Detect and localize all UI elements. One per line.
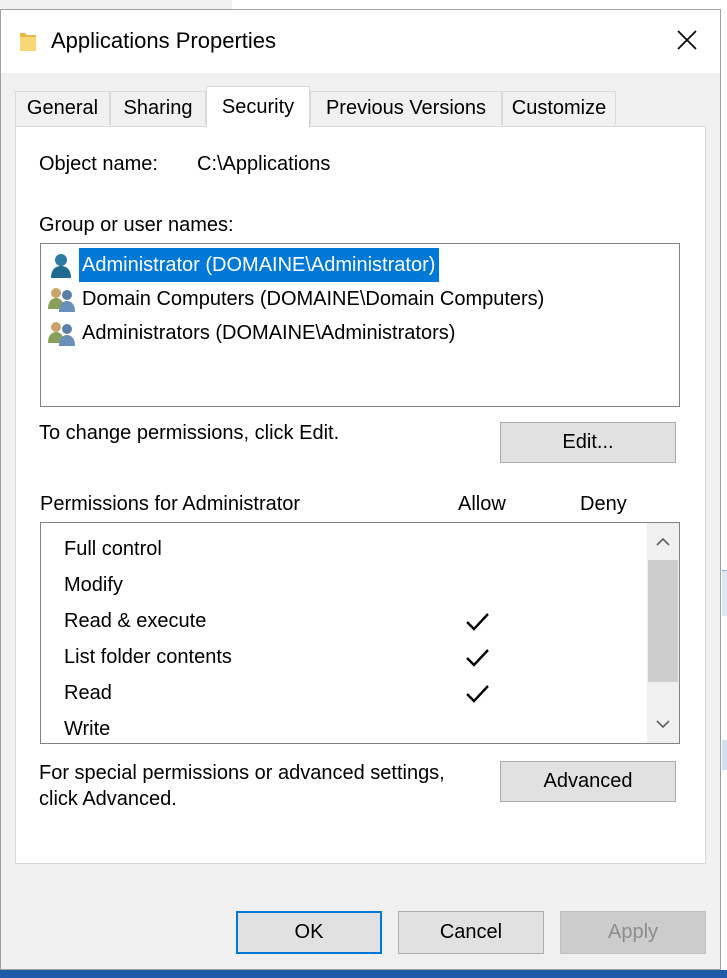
advanced-button[interactable]: Advanced bbox=[500, 761, 676, 802]
user-name: Domain Computers (DOMAINE\Domain Compute… bbox=[82, 287, 545, 310]
chevron-up-icon bbox=[656, 537, 670, 546]
allow-check-icon bbox=[463, 607, 493, 637]
deny-column-header: Deny bbox=[580, 493, 627, 515]
special-permissions-text-line2: click Advanced. bbox=[39, 788, 177, 810]
allow-column-header: Allow bbox=[458, 493, 506, 515]
permission-row: Read & execute bbox=[64, 603, 206, 639]
group-names-label: Group or user names: bbox=[39, 214, 234, 236]
allow-check-icon bbox=[463, 679, 493, 709]
background-window-fragment bbox=[722, 740, 727, 770]
folder-icon bbox=[19, 30, 37, 52]
permission-row: Read bbox=[64, 675, 112, 711]
permission-name: Modify bbox=[64, 573, 123, 596]
permission-row: Write bbox=[64, 711, 111, 743]
scroll-thumb[interactable] bbox=[648, 560, 678, 682]
background-window-fragment bbox=[722, 570, 727, 616]
permission-name: Read & execute bbox=[64, 609, 207, 632]
tab-security[interactable]: Security bbox=[206, 86, 310, 128]
tab-sharing[interactable]: Sharing bbox=[110, 91, 206, 125]
user-name: Administrators (DOMAINE\Administrators) bbox=[82, 321, 456, 344]
tab-previous-versions[interactable]: Previous Versions bbox=[310, 91, 502, 125]
user-icon bbox=[45, 250, 79, 280]
permission-name: Full control bbox=[64, 537, 162, 560]
object-name-label: Object name: bbox=[39, 153, 158, 175]
permission-name: List folder contents bbox=[64, 645, 232, 668]
list-item-domain-computers[interactable]: Domain Computers (DOMAINE\Domain Compute… bbox=[45, 282, 548, 316]
permissions-header: Permissions for Administrator bbox=[40, 493, 301, 515]
edit-button[interactable]: Edit... bbox=[500, 422, 676, 463]
permissions-list[interactable]: Full control Modify Read & execute List … bbox=[40, 522, 680, 744]
tab-customize[interactable]: Customize bbox=[502, 91, 616, 125]
object-name-value: C:\Applications bbox=[197, 153, 331, 175]
ok-button[interactable]: OK bbox=[236, 911, 382, 954]
chevron-down-icon bbox=[656, 720, 670, 729]
list-item-administrators[interactable]: Administrators (DOMAINE\Administrators) bbox=[45, 316, 459, 350]
user-name: Administrator (DOMAINE\Administrator) bbox=[79, 248, 440, 282]
group-icon bbox=[45, 284, 79, 314]
scroll-down-arrow[interactable] bbox=[647, 709, 679, 739]
user-list[interactable]: Administrator (DOMAINE\Administrator) Do… bbox=[40, 243, 680, 407]
permission-row: Full control bbox=[64, 531, 162, 567]
allow-check-icon bbox=[463, 643, 493, 673]
taskbar-edge bbox=[0, 970, 727, 978]
apply-button[interactable]: Apply bbox=[560, 911, 706, 954]
change-permissions-text: To change permissions, click Edit. bbox=[39, 422, 340, 444]
permission-row: Modify bbox=[64, 567, 123, 603]
cancel-button[interactable]: Cancel bbox=[398, 911, 544, 954]
tab-general[interactable]: General bbox=[15, 91, 110, 125]
close-button[interactable] bbox=[664, 18, 710, 62]
close-icon bbox=[677, 30, 697, 50]
special-permissions-text-line1: For special permissions or advanced sett… bbox=[39, 762, 445, 784]
group-icon bbox=[45, 318, 79, 348]
permission-name: Write bbox=[64, 717, 111, 740]
permissions-scrollbar[interactable] bbox=[647, 523, 679, 743]
window-title: Applications Properties bbox=[51, 28, 277, 53]
scroll-up-arrow[interactable] bbox=[647, 527, 679, 557]
list-item-administrator[interactable]: Administrator (DOMAINE\Administrator) bbox=[45, 248, 440, 282]
background-edge bbox=[722, 0, 727, 978]
permission-row: List folder contents bbox=[64, 639, 232, 675]
permission-name: Read bbox=[64, 681, 112, 704]
background-strip bbox=[0, 0, 232, 9]
